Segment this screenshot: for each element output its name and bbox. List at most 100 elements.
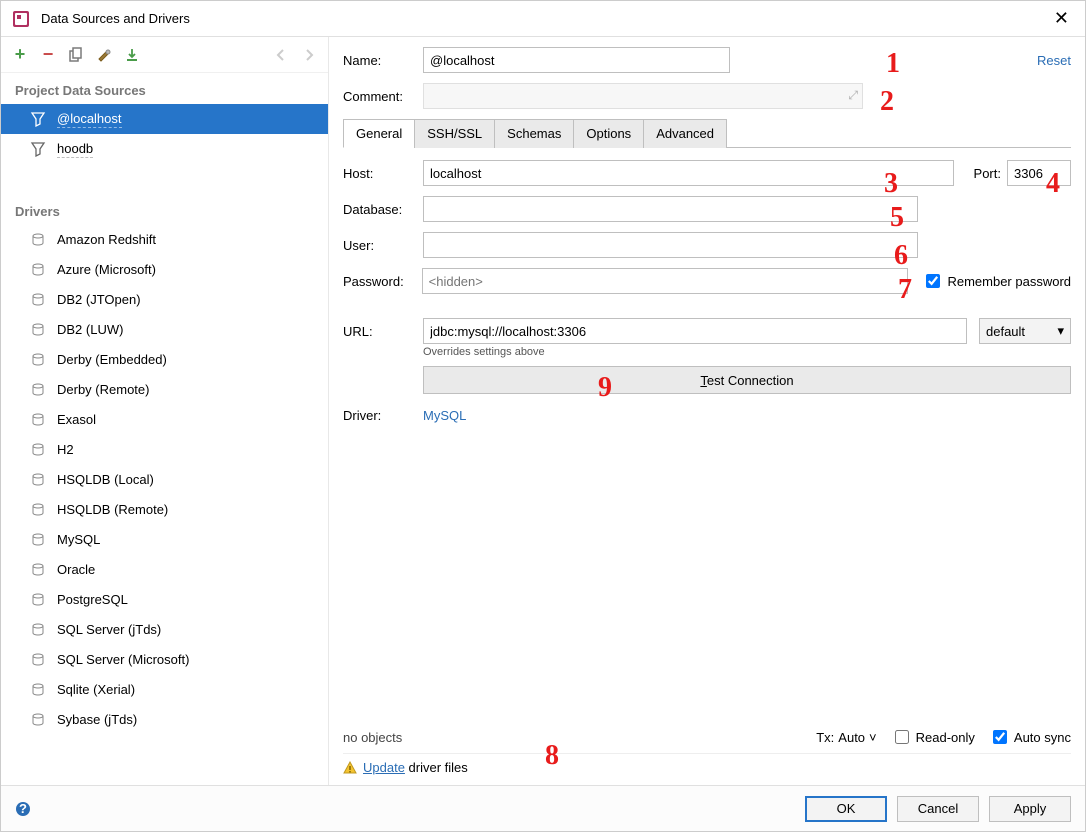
driver-item[interactable]: SQL Server (jTds) [1,615,328,645]
reset-link[interactable]: Reset [1037,53,1071,68]
driver-icon [29,561,47,579]
settings-button[interactable] [93,44,115,66]
cancel-button[interactable]: Cancel [897,796,979,822]
test-connection-button[interactable]: Test Connection [423,366,1071,394]
comment-input[interactable]: ⤢ [423,83,863,109]
autosync-box[interactable] [993,730,1007,744]
no-objects-label: no objects [343,730,402,745]
driver-label: Sybase (jTds) [57,712,137,728]
name-input[interactable] [423,47,730,73]
tab-advanced[interactable]: Advanced [643,119,727,148]
driver-item[interactable]: PostgreSQL [1,585,328,615]
driver-label: Derby (Remote) [57,382,149,398]
title-bar: Data Sources and Drivers ✕ [1,1,1085,37]
update-drivers-link[interactable]: Update [363,760,405,775]
password-input[interactable] [422,268,909,294]
driver-item[interactable]: Sybase (jTds) [1,705,328,735]
tx-value: Auto [838,730,865,745]
chevron-down-icon: ˅ [869,730,877,745]
driver-icon [29,411,47,429]
comment-label: Comment: [343,89,423,104]
driver-item[interactable]: Derby (Remote) [1,375,328,405]
driver-item[interactable]: DB2 (JTOpen) [1,285,328,315]
user-input[interactable] [423,232,918,258]
driver-icon [29,471,47,489]
user-label: User: [343,238,423,253]
import-button[interactable] [121,44,143,66]
driver-label: Oracle [57,562,95,578]
warning-icon [343,761,357,775]
driver-icon [29,651,47,669]
url-mode-select[interactable]: default ▾ [979,318,1071,344]
password-label: Password: [343,274,422,289]
tab-options[interactable]: Options [573,119,644,148]
apply-button[interactable]: Apply [989,796,1071,822]
remove-button[interactable]: − [37,44,59,66]
database-input[interactable] [423,196,918,222]
driver-item[interactable]: Derby (Embedded) [1,345,328,375]
driver-icon [29,261,47,279]
url-label: URL: [343,324,423,339]
url-mode-value: default [986,324,1025,339]
tab-schemas[interactable]: Schemas [494,119,574,148]
driver-label: Amazon Redshift [57,232,156,248]
driver-label: Azure (Microsoft) [57,262,156,278]
data-source-item-localhost[interactable]: @localhost [1,104,328,134]
ok-button[interactable]: OK [805,796,887,822]
driver-label: DB2 (JTOpen) [57,292,141,308]
expand-icon[interactable]: ⤢ [848,88,858,103]
sidebar: + − Project Data Sources [1,37,329,785]
driver-label: DB2 (LUW) [57,322,123,338]
driver-icon [29,681,47,699]
autosync-checkbox[interactable]: Auto sync [989,727,1071,747]
port-input[interactable] [1007,160,1071,186]
remember-password-label: Remember password [947,274,1071,289]
close-icon[interactable]: ✕ [1048,8,1075,29]
driver-label: SQL Server (Microsoft) [57,652,189,668]
driver-icon [29,321,47,339]
readonly-checkbox[interactable]: Read-only [891,727,975,747]
app-icon [11,9,31,29]
driver-item[interactable]: MySQL [1,525,328,555]
dialog-footer: ? OK Cancel Apply [1,785,1085,831]
driver-icon [29,591,47,609]
tx-label: Tx: [816,730,834,745]
driver-item[interactable]: Azure (Microsoft) [1,255,328,285]
driver-item[interactable]: Oracle [1,555,328,585]
window-title: Data Sources and Drivers [41,11,1048,26]
remember-password-box[interactable] [926,274,940,288]
driver-icon [29,231,47,249]
host-input[interactable] [423,160,954,186]
driver-label: MySQL [57,532,100,548]
driver-label: Sqlite (Xerial) [57,682,135,698]
data-source-item-hoodb[interactable]: hoodb [1,134,328,164]
tab-ssh-ssl[interactable]: SSH/SSL [414,119,495,148]
driver-icon [29,381,47,399]
add-button[interactable]: + [9,44,31,66]
main-panel: Name: Reset Comment: ⤢ General SSH/SSL S… [329,37,1085,785]
driver-item[interactable]: SQL Server (Microsoft) [1,645,328,675]
driver-icon [29,711,47,729]
driver-label: HSQLDB (Remote) [57,502,168,518]
database-label: Database: [343,202,423,217]
name-label: Name: [343,53,423,68]
tx-selector[interactable]: Tx: Auto ˅ [816,730,876,745]
driver-item[interactable]: Sqlite (Xerial) [1,675,328,705]
driver-item[interactable]: HSQLDB (Local) [1,465,328,495]
nav-forward-button[interactable] [298,44,320,66]
nav-back-button[interactable] [270,44,292,66]
driver-item[interactable]: DB2 (LUW) [1,315,328,345]
driver-item[interactable]: H2 [1,435,328,465]
driver-item[interactable]: Exasol [1,405,328,435]
driver-label: Driver: [343,408,423,423]
driver-item[interactable]: Amazon Redshift [1,225,328,255]
driver-item[interactable]: HSQLDB (Remote) [1,495,328,525]
remember-password-checkbox[interactable]: Remember password [922,271,1071,291]
driver-link[interactable]: MySQL [423,408,466,423]
svg-text:?: ? [19,801,27,816]
tab-general[interactable]: General [343,119,415,148]
url-input[interactable] [423,318,967,344]
readonly-box[interactable] [895,730,909,744]
copy-button[interactable] [65,44,87,66]
help-icon[interactable]: ? [15,801,31,817]
